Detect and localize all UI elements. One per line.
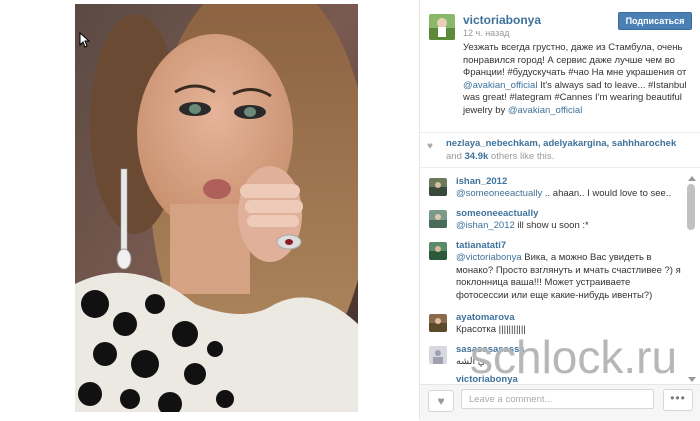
comment-username[interactable]: ishan_2012 [456, 176, 507, 187]
comment-username[interactable]: ayatomarova [456, 312, 515, 323]
mouse-pointer-icon [79, 32, 91, 48]
avatar-image [429, 14, 455, 40]
avatar-image [429, 242, 447, 260]
comment-text: @victoriabonya Вика, а можно Вас увидеть… [456, 252, 682, 302]
scroll-up-arrow-icon[interactable] [688, 176, 696, 181]
post-photo[interactable] [75, 4, 358, 412]
post-caption: Уезжать всегда грустно, даже из Стамбула… [463, 42, 691, 117]
comment-username[interactable]: tatianatati7 [456, 240, 506, 251]
avatar[interactable] [429, 314, 447, 332]
liker-names[interactable]: nezlaya_nebechkam, adelyakargina, sahhha… [446, 138, 676, 149]
more-options-button[interactable]: ••• [663, 389, 693, 411]
avatar[interactable] [429, 346, 447, 364]
post-photo-image [75, 4, 358, 412]
list-item: tatianatati7 @victoriabonya Вика, а можн… [420, 240, 685, 306]
likes-suffix: others like this. [490, 151, 555, 162]
comment-mention[interactable]: @victoriabonya [456, 252, 522, 263]
likes-and: and [446, 151, 462, 162]
photo-margin-left [0, 0, 75, 420]
likers-list: nezlaya_nebechkam, adelyakargina, sahhha… [446, 137, 696, 163]
comment-body: .. ahaan.. I would love to see.. [542, 188, 672, 199]
comment-mention[interactable]: @someoneeactually [456, 188, 542, 199]
comment-text: @ishan_2012 ill show u soon :* [456, 220, 682, 233]
avatar[interactable] [429, 210, 447, 228]
photo-area [0, 0, 419, 420]
heart-icon: ♥ [427, 141, 433, 152]
list-item: someoneeactually @ishan_2012 ill show u … [420, 208, 685, 244]
photo-margin-right [358, 0, 419, 420]
likes-count[interactable]: 34.9k [465, 151, 489, 162]
comment-text: @someoneeactually .. ahaan.. I would lov… [456, 188, 682, 201]
caption-text-1: Уезжать всегда грустно, даже из Стамбула… [463, 42, 687, 78]
list-item: ishan_2012 @someoneeactually .. ahaan.. … [420, 176, 685, 212]
post-timestamp: 12 ч. назад [463, 28, 510, 38]
ellipsis-icon: ••• [670, 391, 686, 405]
watermark: schlock.ru [470, 331, 678, 383]
post-header: victoriabonya 12 ч. назад Подписаться Уе… [420, 0, 700, 132]
like-button[interactable]: ♥ [428, 390, 454, 412]
caption-mention[interactable]: @avakian_official [508, 105, 582, 116]
likes-summary: ♥ nezlaya_nebechkam, adelyakargina, sahh… [420, 132, 700, 168]
comment-input[interactable]: Leave a comment... [461, 389, 654, 409]
comment-footer: ♥ Leave a comment... ••• [420, 384, 700, 421]
scroll-down-arrow-icon[interactable] [688, 377, 696, 382]
heart-icon: ♥ [437, 394, 445, 408]
follow-button[interactable]: Подписаться [618, 12, 692, 30]
avatar[interactable] [429, 178, 447, 196]
comments-scrollbar[interactable] [686, 176, 698, 384]
comment-mention[interactable]: @ishan_2012 [456, 220, 515, 231]
avatar-image [429, 210, 447, 228]
avatar[interactable] [429, 242, 447, 260]
caption-mention[interactable]: @avakian_official [463, 80, 537, 91]
comment-body: ill show u soon :* [514, 220, 589, 231]
avatar-image [429, 346, 447, 364]
avatar-image [429, 178, 447, 196]
post-username[interactable]: victoriabonya [463, 13, 541, 27]
comment-username[interactable]: someoneeactually [456, 208, 538, 219]
avatar-image [429, 314, 447, 332]
scroll-thumb[interactable] [687, 184, 695, 230]
avatar[interactable] [429, 14, 455, 40]
